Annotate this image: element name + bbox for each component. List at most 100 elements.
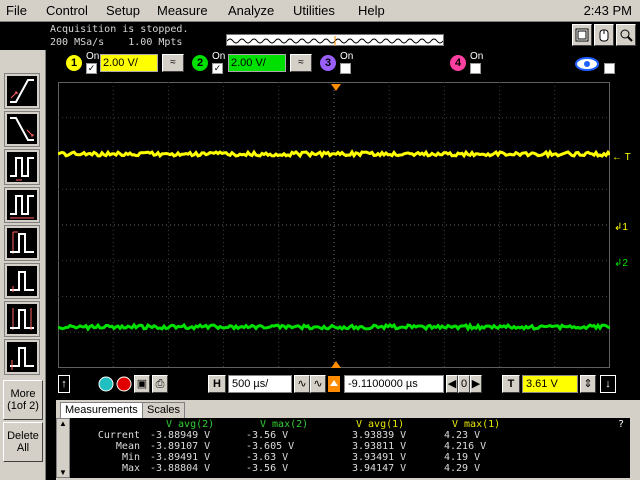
more-label: More [4,388,42,400]
delay-zero-button[interactable]: 0 [458,375,470,393]
channel-1-marker[interactable]: ↲1 [614,222,628,233]
channel-2-badge[interactable]: 2 [192,55,208,71]
pulse-width-button[interactable] [5,150,39,184]
status-line-2: 200 MSa/s 1.00 Mpts [50,36,188,49]
zoom-icon [619,28,633,42]
rising-edge-icon [7,76,37,106]
meas-value: -3.56 V [246,463,288,474]
header-vmax1-text: V max(1) [452,419,500,430]
channel-1-checkbox[interactable]: ✓ [86,63,97,74]
print-button[interactable]: ⎙ [152,375,168,393]
acquisition-status: Acquisition is stopped. 200 MSa/s 1.00 M… [50,23,188,49]
scroll-up-arrow-icon[interactable]: ▲ [57,419,69,428]
channel-2-coupling-button[interactable]: ≈ [290,54,312,72]
clock: 2:43 PM [584,3,632,18]
meas-value: 3.93491 V [352,452,406,463]
time-per-division-field[interactable]: 500 µs/ [228,375,292,393]
trigger-level-field[interactable]: 3.61 V [522,375,578,393]
channel-1-coupling-button[interactable]: ≈ [162,54,184,72]
amplitude-button[interactable] [5,264,39,298]
tab-measurements[interactable]: Measurements [60,402,143,418]
menu-control[interactable]: Control [46,3,88,18]
scroll-down-arrow-icon[interactable]: ▼ [57,468,69,477]
time-coarse-button[interactable]: ∿ [294,375,310,393]
channel-2-marker[interactable]: ↲2 [614,258,628,269]
trigger-label[interactable]: T [502,375,520,393]
header-vavg1-text: V avg(1) [356,419,404,430]
max-voltage-icon [7,304,37,334]
display-checkbox[interactable] [604,63,615,74]
rise-time-button[interactable] [5,226,39,260]
rise-time-icon [7,228,37,258]
delay-right-button[interactable]: ▶ [470,375,482,393]
channel-3-badge[interactable]: 3 [320,55,336,71]
overview-wave-icon [227,36,443,46]
channel-1-badge[interactable]: 1 [66,55,82,71]
ac-coupling-icon: ≈ [298,57,304,68]
touch-mouse-button[interactable] [594,24,614,46]
meas-value: 4.19 V [444,452,480,463]
time-fine-button[interactable]: ∿ [310,375,326,393]
falling-edge-trigger-button[interactable] [5,112,39,146]
menu-measure[interactable]: Measure [157,3,208,18]
menu-analyze[interactable]: Analyze [228,3,274,18]
meas-value: -3.88949 V [150,430,210,441]
tab-scales[interactable]: Scales [142,402,185,418]
meas-value: -3.88804 V [150,463,210,474]
rising-edge-trigger-button[interactable] [5,74,39,108]
meas-value: 4.23 V [444,430,480,441]
meas-value: 3.93839 V [352,430,406,441]
channel-1-trace [58,152,610,156]
menu-setup[interactable]: Setup [106,3,140,18]
single-window-button[interactable] [572,24,592,46]
delete-sub-label: All [4,442,42,454]
horizontal-delay-field[interactable]: -9.1100000 µs [344,375,444,393]
measurements-scrollbar[interactable]: ▲ ▼ [56,418,70,478]
row-label: Mean [84,441,140,452]
scroll-up-button[interactable]: ↑ [58,375,70,393]
channel-2-checkbox[interactable]: ✓ [212,63,223,74]
zoom-button[interactable] [616,24,636,46]
cyan-circle-icon[interactable] [98,376,114,392]
menu-file[interactable]: File [6,3,27,18]
channel-1-scale[interactable]: 2.00 V/ [100,54,158,72]
min-voltage-button[interactable] [5,340,39,374]
trigger-marker-label: T [625,152,631,163]
time-reference-bottom-marker [331,360,341,368]
eye-icon[interactable] [574,54,600,74]
menu-help[interactable]: Help [358,3,385,18]
horizontal-label[interactable]: H [208,375,226,393]
delay-marker-icon [328,376,340,392]
waveform-display[interactable] [58,82,610,368]
row-label: Max [84,463,140,474]
channel-4-badge[interactable]: 4 [450,55,466,71]
help-icon[interactable]: ? [618,419,624,430]
delay-left-button[interactable]: ◀ [446,375,458,393]
channel-2-scale[interactable]: 2.00 V/ [228,54,286,72]
pulse-count-icon [7,190,37,220]
scroll-down-button[interactable]: ↓ [600,375,616,393]
more-button[interactable]: More (1of 2) [3,380,43,420]
waveform-overview[interactable] [226,34,444,46]
meas-value: -3.56 V [246,430,288,441]
meas-value: -3.89107 V [150,441,210,452]
delete-all-button[interactable]: Delete All [3,422,43,462]
red-circle-icon[interactable] [116,376,132,392]
header-vavg2: V avg(2) [166,419,214,430]
left-toolbar: More (1of 2) Delete All [0,50,46,480]
channel-1-on-label: On [86,51,99,62]
image-icon: ▣ [137,378,147,390]
trigger-level-spin-button[interactable]: ⇕ [580,375,596,393]
header-vmax2-text: V max(2) [260,419,308,430]
amplitude-icon [7,266,37,296]
measurements-panel: Measurements Scales ▲ ▼ V avg(2) V max(2… [56,400,640,480]
max-voltage-button[interactable] [5,302,39,336]
trigger-level-marker[interactable]: ← T [612,152,631,163]
channel-3-checkbox[interactable] [340,63,351,74]
row-label: Min [84,452,140,463]
header-vavg2-text: V avg(2) [166,419,214,430]
menu-utilities[interactable]: Utilities [293,3,335,18]
image-button[interactable]: ▣ [134,375,150,393]
pulse-count-button[interactable] [5,188,39,222]
channel-4-checkbox[interactable] [470,63,481,74]
